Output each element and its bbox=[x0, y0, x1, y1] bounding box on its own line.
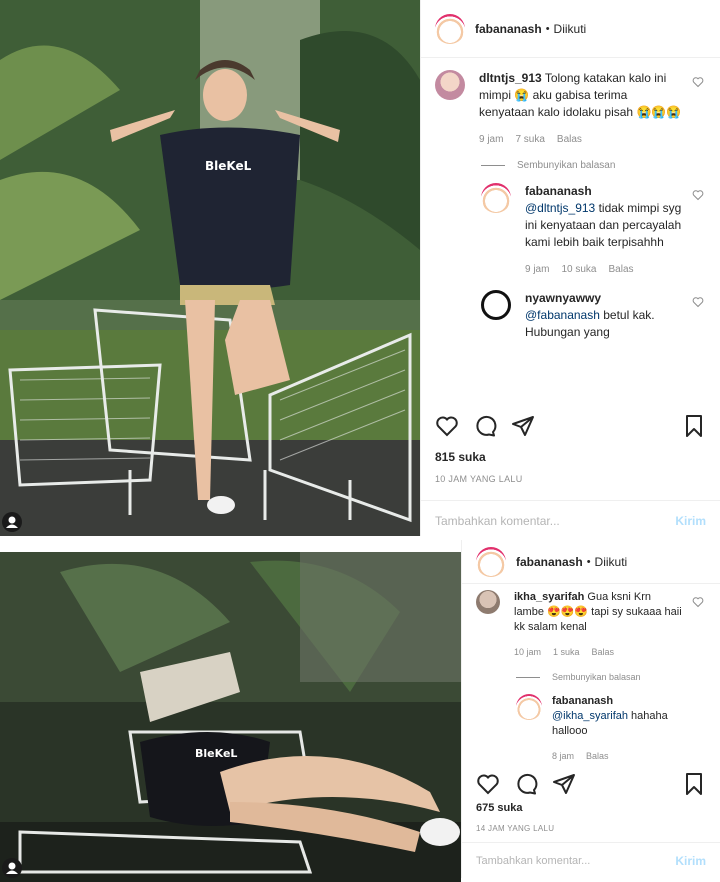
post-author-username[interactable]: fabananash bbox=[516, 555, 583, 569]
post-timestamp: 10 JAM YANG LALU bbox=[435, 474, 523, 484]
commenter-avatar[interactable] bbox=[481, 183, 511, 213]
reply-button[interactable]: Balas bbox=[557, 131, 582, 148]
heart-icon[interactable] bbox=[692, 596, 704, 608]
post-timestamp: 14 JAM YANG LALU bbox=[476, 824, 555, 833]
following-status[interactable]: Diikuti bbox=[554, 22, 587, 36]
share-icon[interactable] bbox=[511, 414, 535, 438]
commenter-avatar[interactable] bbox=[435, 70, 465, 100]
reply-button[interactable]: Balas bbox=[586, 749, 609, 764]
post-actions bbox=[435, 414, 706, 438]
post-comment-button[interactable]: Kirim bbox=[675, 514, 706, 528]
bookmark-icon[interactable] bbox=[682, 414, 706, 438]
comment-reply: nyawnyawwy @fabananash betul kak. Hubung… bbox=[481, 290, 706, 341]
hide-replies-toggle[interactable]: Sembunyikan balasan bbox=[481, 160, 706, 171]
tag-user-icon[interactable] bbox=[2, 512, 22, 532]
comment: dltntjs_913 Tolong katakan kalo ini mimp… bbox=[435, 70, 706, 148]
post-2: BleKeL fabananash • Diikuti ikha_syarifa… bbox=[0, 540, 720, 882]
post-comment-button[interactable]: Kirim bbox=[675, 854, 706, 868]
comment-likes[interactable]: 7 suka bbox=[515, 131, 544, 148]
hide-replies-toggle[interactable]: Sembunyikan balasan bbox=[516, 672, 706, 682]
comment-reply: fabananash @ikha_syarifah hahaha hallooo… bbox=[516, 694, 706, 764]
post-2-side-panel: fabananash • Diikuti ikha_syarifah Gua k… bbox=[461, 540, 720, 878]
post-2-photo[interactable]: BleKeL bbox=[0, 552, 461, 882]
comment-mention[interactable]: @ikha_syarifah bbox=[552, 710, 628, 722]
heart-icon[interactable] bbox=[435, 414, 459, 438]
add-comment-input[interactable]: Tambahkan komentar... bbox=[476, 855, 590, 867]
divider bbox=[481, 165, 505, 166]
hide-replies-label: Sembunyikan balasan bbox=[517, 160, 616, 171]
heart-icon[interactable] bbox=[692, 296, 704, 308]
avatar[interactable] bbox=[476, 546, 506, 577]
heart-icon[interactable] bbox=[692, 76, 704, 88]
like-count[interactable]: 815 suka bbox=[435, 450, 486, 464]
bookmark-icon[interactable] bbox=[682, 772, 706, 796]
comment-time: 9 jam bbox=[525, 264, 550, 275]
separator-dot: • bbox=[586, 555, 591, 568]
comment-mention[interactable]: @dltntjs_913 bbox=[525, 201, 595, 215]
comment-meta: 9 jam 7 suka Balas bbox=[479, 131, 682, 148]
avatar[interactable] bbox=[435, 13, 465, 44]
comments-list: dltntjs_913 Tolong katakan kalo ini mimp… bbox=[421, 58, 720, 412]
commenter-avatar[interactable] bbox=[516, 694, 542, 720]
reply-button[interactable]: Balas bbox=[592, 645, 615, 660]
garden-photo-woman-standing: BleKeL bbox=[0, 0, 420, 536]
post-1-side-panel: fabananash • Diikuti dltntjs_913 Tolong … bbox=[420, 0, 720, 540]
post-1-photo[interactable]: BleKeL bbox=[0, 0, 420, 536]
comment-meta: 9 jam 10 suka Balas bbox=[525, 261, 682, 278]
following-status[interactable]: Diikuti bbox=[595, 555, 628, 569]
add-comment-input[interactable]: Tambahkan komentar... bbox=[435, 514, 560, 528]
comment-username[interactable]: nyawnyawwy bbox=[525, 291, 601, 305]
comment-username[interactable]: ikha_syarifah bbox=[514, 591, 584, 603]
comment-username[interactable]: dltntjs_913 bbox=[479, 71, 542, 85]
comment-icon[interactable] bbox=[514, 772, 538, 796]
post-1: BleKeL fabananash • Diikuti dltntjs_913 … bbox=[0, 0, 720, 540]
add-comment-bar: Tambahkan komentar... Kirim bbox=[421, 500, 720, 540]
reply-button[interactable]: Balas bbox=[608, 261, 633, 278]
post-actions bbox=[476, 772, 706, 796]
like-count[interactable]: 675 suka bbox=[476, 802, 522, 814]
post-1-header: fabananash • Diikuti bbox=[421, 0, 720, 58]
share-icon[interactable] bbox=[552, 772, 576, 796]
comment-likes[interactable]: 1 suka bbox=[553, 645, 580, 660]
comment-likes[interactable]: 10 suka bbox=[561, 261, 596, 278]
heart-icon[interactable] bbox=[476, 772, 500, 796]
svg-text:BleKeL: BleKeL bbox=[195, 747, 237, 760]
comment-time: 10 jam bbox=[514, 647, 542, 657]
comment-reply: fabananash @dltntjs_913 tidak mimpi syg … bbox=[481, 183, 706, 278]
post-2-header: fabananash • Diikuti bbox=[462, 540, 720, 584]
heart-icon[interactable] bbox=[692, 189, 704, 201]
comment-meta: 10 jam 1 suka Balas bbox=[514, 645, 682, 660]
add-comment-bar: Tambahkan komentar... Kirim bbox=[462, 842, 720, 878]
separator-dot: • bbox=[545, 22, 550, 35]
hide-replies-label: Sembunyikan balasan bbox=[552, 672, 641, 682]
comment-icon[interactable] bbox=[473, 414, 497, 438]
comment: ikha_syarifah Gua ksni Krn lambe 😍😍😍 tap… bbox=[476, 590, 706, 660]
commenter-avatar[interactable] bbox=[476, 590, 500, 614]
comment-mention[interactable]: @fabananash bbox=[525, 308, 600, 322]
comment-meta: 8 jam Balas bbox=[552, 749, 682, 764]
comment-time: 8 jam bbox=[552, 751, 575, 761]
comment-username[interactable]: fabananash bbox=[552, 695, 613, 707]
comments-list: ikha_syarifah Gua ksni Krn lambe 😍😍😍 tap… bbox=[462, 584, 720, 774]
post-author-username[interactable]: fabananash bbox=[475, 22, 542, 36]
comment-username[interactable]: fabananash bbox=[525, 184, 592, 198]
comment-time: 9 jam bbox=[479, 134, 504, 145]
garden-photo-woman-reclining: BleKeL bbox=[0, 552, 461, 882]
svg-text:BleKeL: BleKeL bbox=[205, 159, 252, 173]
divider bbox=[516, 676, 540, 678]
commenter-avatar[interactable] bbox=[481, 290, 511, 320]
tag-user-icon[interactable] bbox=[2, 858, 22, 878]
